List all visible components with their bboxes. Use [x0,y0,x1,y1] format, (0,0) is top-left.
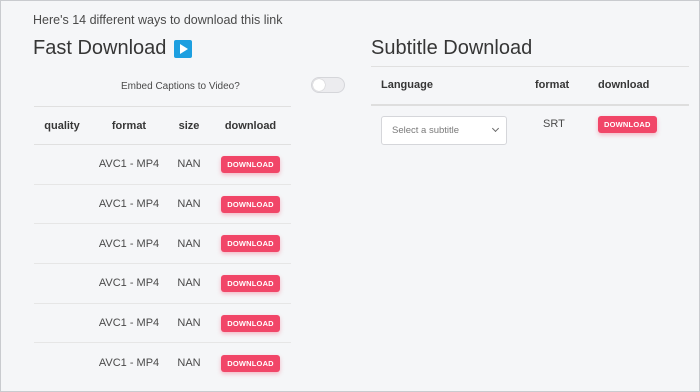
embed-captions-label: Embed Captions to Video? [121,81,240,92]
subtitle-download-button[interactable]: DOWNLOAD [598,115,657,133]
cell-format: AVC1 - MP4 [90,184,168,225]
table-row: AVC1 - MP4 NAN DOWNLOAD [34,223,291,265]
fast-download-title-text: Fast Download [33,37,167,59]
cell-format: AVC1 - MP4 [90,303,168,344]
column-header-size: size [168,106,210,145]
table-row: AVC1 - MP4 NAN DOWNLOAD [34,303,291,344]
table-row: Select a subtitle SRT DOWNLOAD [371,105,689,145]
table-row: AVC1 - MP4 NAN DOWNLOAD [34,144,291,185]
table-header-row: quality format size download [34,106,291,145]
intro-text: Here's 14 different ways to download thi… [33,13,283,27]
cell-download: DOWNLOAD [210,144,291,185]
column-header-quality: quality [34,106,90,145]
chevron-down-icon [491,124,500,133]
cell-quality [34,144,90,185]
cell-quality [34,303,90,344]
cell-quality [34,223,90,265]
subtitle-download-title: Subtitle Download [371,37,533,59]
column-header-download: download [210,106,291,145]
cell-download: DOWNLOAD [210,303,291,344]
cell-download: DOWNLOAD [210,223,291,265]
download-button[interactable]: DOWNLOAD [221,155,280,173]
embed-captions-toggle[interactable] [311,77,345,93]
download-button[interactable]: DOWNLOAD [221,354,280,372]
cell-format: AVC1 - MP4 [98,357,160,370]
subtitle-select[interactable]: Select a subtitle [381,115,507,145]
cell-size: NAN [177,357,201,370]
toggle-knob [313,79,325,91]
table-row: AVC1 - MP4 NAN DOWNLOAD [34,184,291,225]
cell-size: NAN [168,263,210,304]
download-button[interactable]: DOWNLOAD [221,195,280,213]
column-header-language: Language [371,66,535,106]
cell-size: NAN [168,184,210,225]
cell-download: DOWNLOAD [210,184,291,225]
subtitle-download-table: Language format download Select a subtit… [371,66,689,145]
cell-format: AVC1 - MP4 [90,223,168,265]
cell-quality [34,184,90,225]
cell-download: DOWNLOAD [210,343,291,383]
cell-quality [34,263,90,304]
cell-quality [34,343,90,383]
cell-size: NAN [168,303,210,344]
column-header-format: format [90,106,168,145]
column-header-format: format [535,66,598,106]
cell-size: NAN [168,144,210,185]
table-row: AVC1 - MP4 NAN DOWNLOAD [34,343,291,383]
cell-download: DOWNLOAD [598,105,689,145]
table-header-row: Language format download [371,66,689,106]
subtitle-select-placeholder: Select a subtitle [392,124,460,136]
cell-format: AVC1 - MP4 [90,263,168,304]
download-button[interactable]: DOWNLOAD [221,274,280,292]
download-button[interactable]: DOWNLOAD [221,235,280,253]
column-header-download: download [598,66,689,106]
fast-download-table: quality format size download AVC1 - MP4 … [34,106,291,383]
cell-download: DOWNLOAD [210,263,291,304]
table-row: AVC1 - MP4 NAN DOWNLOAD [34,263,291,304]
fast-download-title: Fast Download [33,37,193,60]
cell-language: Select a subtitle [371,105,535,145]
cell-size: NAN [168,223,210,265]
play-icon[interactable] [174,39,193,58]
cell-format: SRT [543,117,565,130]
cell-format: AVC1 - MP4 [90,144,168,185]
download-button[interactable]: DOWNLOAD [221,314,280,332]
